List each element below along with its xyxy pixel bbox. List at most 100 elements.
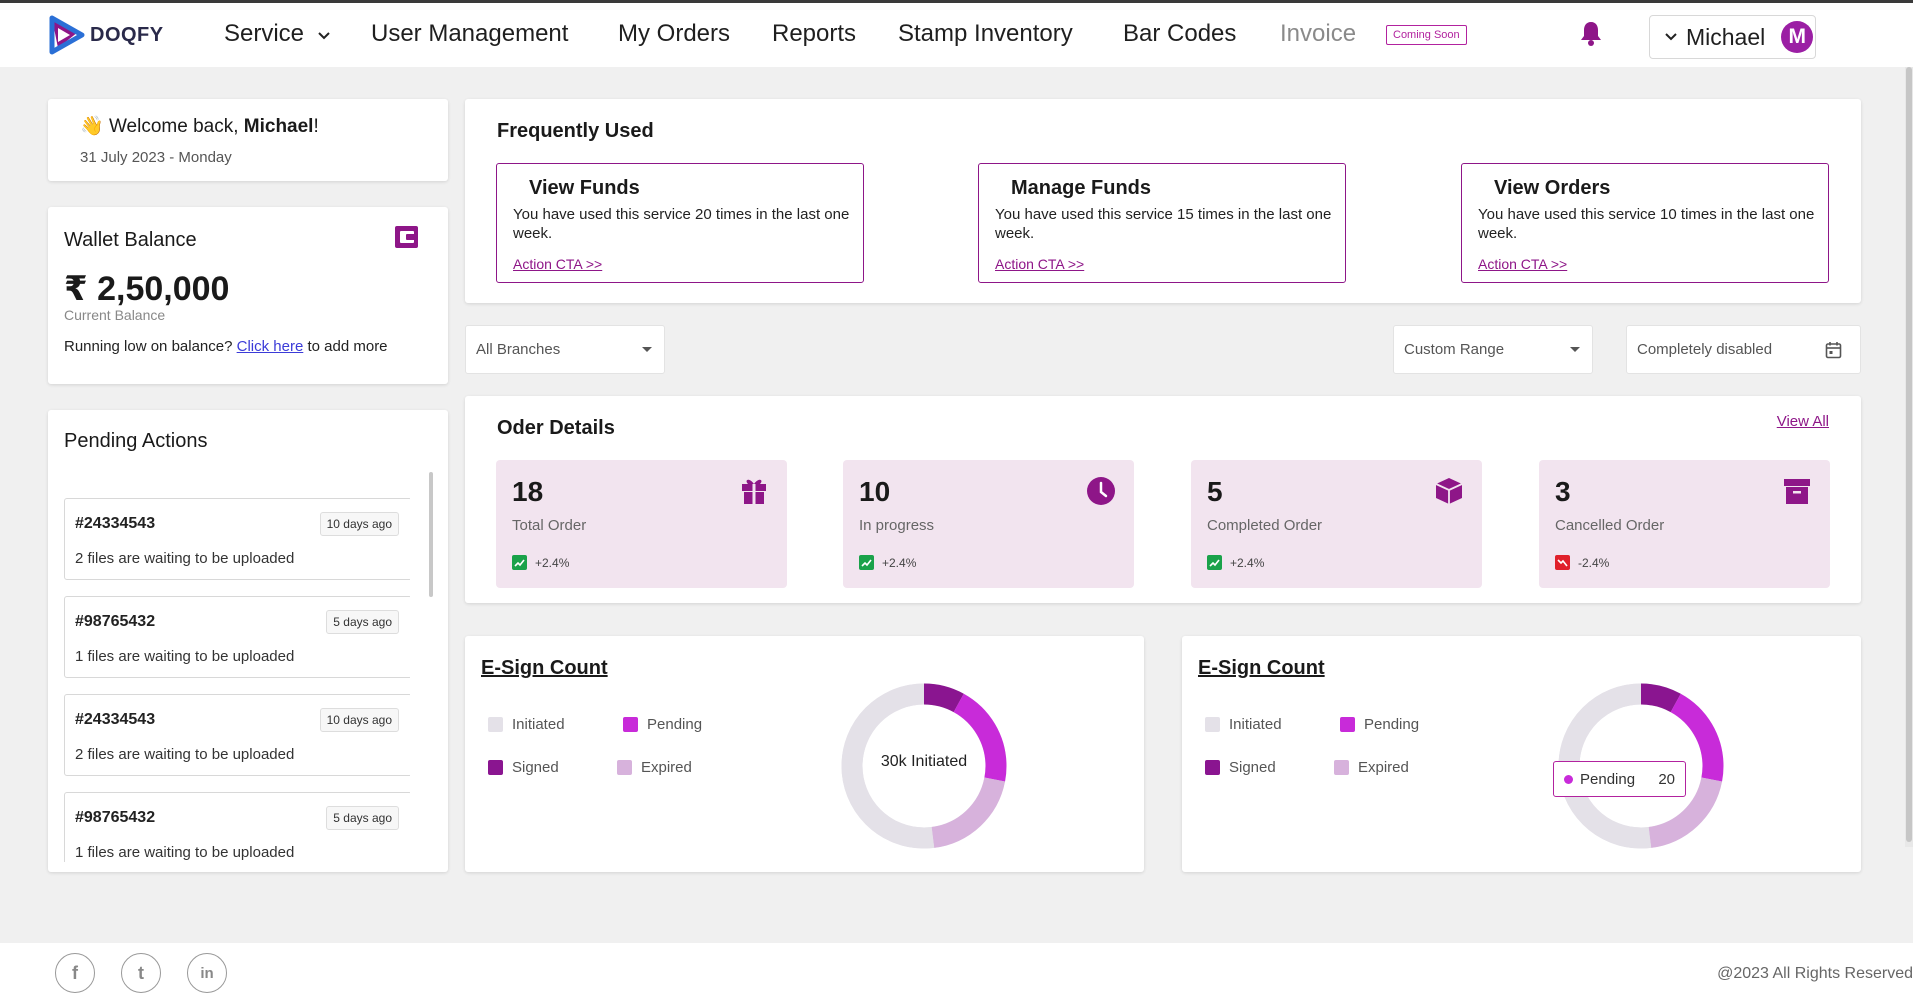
brand-name: DOQFY <box>90 23 164 46</box>
legend-signed[interactable]: Signed <box>488 759 559 776</box>
esign-count-card-1: E-Sign Count Initiated Pending Signed Ex… <box>465 636 1144 872</box>
logo-icon <box>49 15 85 55</box>
stat-in-progress[interactable]: 10 In progress +2.4% <box>843 460 1134 588</box>
stat-completed-order[interactable]: 5 Completed Order +2.4% <box>1191 460 1482 588</box>
esign-title[interactable]: E-Sign Count <box>1198 657 1325 680</box>
trend-value: +2.4% <box>1230 555 1265 570</box>
swatch <box>488 717 503 732</box>
wave-emoji: 👋 <box>80 116 104 137</box>
age-badge: 10 days ago <box>319 708 399 732</box>
date-picker[interactable]: Completely disabled <box>1626 325 1861 374</box>
wallet-subtitle: Current Balance <box>64 307 166 323</box>
nav-stamp-inventory[interactable]: Stamp Inventory <box>898 20 1073 48</box>
coming-soon-badge: Coming Soon <box>1386 25 1467 45</box>
legend-expired[interactable]: Expired <box>617 759 692 776</box>
page-scrollbar[interactable] <box>1905 67 1913 847</box>
linkedin-icon[interactable]: in <box>187 953 227 993</box>
nav-user-management[interactable]: User Management <box>371 20 568 48</box>
list-item[interactable]: #98765432 5 days ago 1 files are waiting… <box>64 792 410 862</box>
action-cta-link[interactable]: Action CTA >> <box>995 256 1084 272</box>
copyright: @2023 All Rights Reserved <box>1717 965 1913 982</box>
esign-count-card-2: E-Sign Count Initiated Pending Signed Ex… <box>1182 636 1861 872</box>
user-name: Michael <box>1686 23 1766 50</box>
trend-indicator: -2.4% <box>1555 555 1609 570</box>
tooltip-value: 20 <box>1658 770 1675 788</box>
legend-pending[interactable]: Pending <box>623 716 702 733</box>
range-select-value: Custom Range <box>1404 341 1505 358</box>
stat-label: In progress <box>859 517 935 534</box>
facebook-icon[interactable]: f <box>55 953 95 993</box>
swatch <box>1340 717 1355 732</box>
stat-cancelled-order[interactable]: 3 Cancelled Order -2.4% <box>1539 460 1830 588</box>
wallet-title: Wallet Balance <box>64 229 197 251</box>
range-select[interactable]: Custom Range <box>1393 325 1593 374</box>
wallet-note-prefix: Running low on balance? <box>64 338 237 355</box>
action-cta-link[interactable]: Action CTA >> <box>1478 256 1567 272</box>
service-desc: You have used this service 20 times in t… <box>513 206 850 242</box>
order-details-card: Oder Details View All 18 Total Order +2.… <box>465 396 1861 603</box>
user-menu[interactable]: Michael M <box>1649 15 1816 59</box>
stat-label: Cancelled Order <box>1555 517 1665 534</box>
twitter-icon[interactable]: t <box>121 953 161 993</box>
logo[interactable]: DOQFY <box>48 14 164 56</box>
trend-indicator: +2.4% <box>512 555 569 570</box>
date-picker-value: Completely disabled <box>1637 341 1773 358</box>
nav-bar-codes[interactable]: Bar Codes <box>1123 20 1236 48</box>
archive-icon <box>1784 479 1810 504</box>
frequently-used-card: Frequently Used View Funds You have used… <box>465 99 1861 303</box>
trend-down-icon <box>1555 555 1570 570</box>
chevron-down-icon <box>1665 33 1677 41</box>
legend-label: Initiated <box>512 716 565 733</box>
chevron-down-icon <box>317 32 330 40</box>
list-item[interactable]: #98765432 5 days ago 1 files are waiting… <box>64 596 410 678</box>
service-card-manage-funds[interactable]: Manage Funds You have used this service … <box>978 163 1346 283</box>
legend-pending[interactable]: Pending <box>1340 716 1419 733</box>
action-cta-link[interactable]: Action CTA >> <box>513 256 602 272</box>
nav-service[interactable]: Service <box>224 20 331 48</box>
legend-label: Pending <box>647 716 703 733</box>
calendar-icon[interactable] <box>1825 341 1842 359</box>
branch-select[interactable]: All Branches <box>465 325 665 374</box>
legend-label: Signed <box>512 759 559 776</box>
list-item[interactable]: #24334543 10 days ago 2 files are waitin… <box>64 694 410 776</box>
legend-signed[interactable]: Signed <box>1205 759 1276 776</box>
view-all-link[interactable]: View All <box>1777 413 1829 430</box>
pending-scrollbar[interactable] <box>429 472 433 597</box>
legend-initiated[interactable]: Initiated <box>1205 716 1282 733</box>
wallet-amount: ₹ 2,50,000 <box>64 270 230 308</box>
trend-up-icon <box>859 555 874 570</box>
legend-label: Signed <box>1229 759 1276 776</box>
bell-icon[interactable] <box>1579 19 1603 47</box>
stat-value: 3 <box>1555 476 1571 507</box>
trend-indicator: +2.4% <box>859 555 916 570</box>
nav-reports[interactable]: Reports <box>772 20 856 48</box>
legend-label: Expired <box>641 759 692 776</box>
stat-total-order[interactable]: 18 Total Order +2.4% <box>496 460 787 588</box>
service-card-view-funds[interactable]: View Funds You have used this service 20… <box>496 163 864 283</box>
stat-value: 10 <box>859 476 891 507</box>
legend-initiated[interactable]: Initiated <box>488 716 565 733</box>
list-item[interactable]: #24334543 10 days ago 2 files are waitin… <box>64 498 410 580</box>
esign-title[interactable]: E-Sign Count <box>481 657 608 680</box>
welcome-date: 31 July 2023 - Monday <box>80 149 232 166</box>
service-title: View Orders <box>1494 177 1611 199</box>
legend-label: Expired <box>1358 759 1409 776</box>
caret-down-icon <box>1570 347 1580 352</box>
add-funds-link[interactable]: Click here <box>237 338 304 355</box>
chart-tooltip: Pending 20 <box>1553 761 1686 797</box>
service-title: View Funds <box>529 177 640 199</box>
donut-center-label: 30k Initiated <box>880 753 968 770</box>
service-card-view-orders[interactable]: View Orders You have used this service 1… <box>1461 163 1829 283</box>
nav-invoice[interactable]: Invoice <box>1280 20 1356 48</box>
branch-select-value: All Branches <box>476 341 561 358</box>
swatch <box>1334 760 1349 775</box>
pending-actions-title: Pending Actions <box>64 430 208 452</box>
legend-expired[interactable]: Expired <box>1334 759 1409 776</box>
nav-my-orders[interactable]: My Orders <box>618 20 730 48</box>
welcome-message: 👋 Welcome back, Michael! <box>80 114 319 138</box>
page-scrollbar-thumb[interactable] <box>1906 67 1912 842</box>
stat-value: 5 <box>1207 476 1223 507</box>
service-desc: You have used this service 10 times in t… <box>1478 206 1815 242</box>
age-badge: 5 days ago <box>326 806 399 830</box>
welcome-suffix: ! <box>313 116 319 137</box>
